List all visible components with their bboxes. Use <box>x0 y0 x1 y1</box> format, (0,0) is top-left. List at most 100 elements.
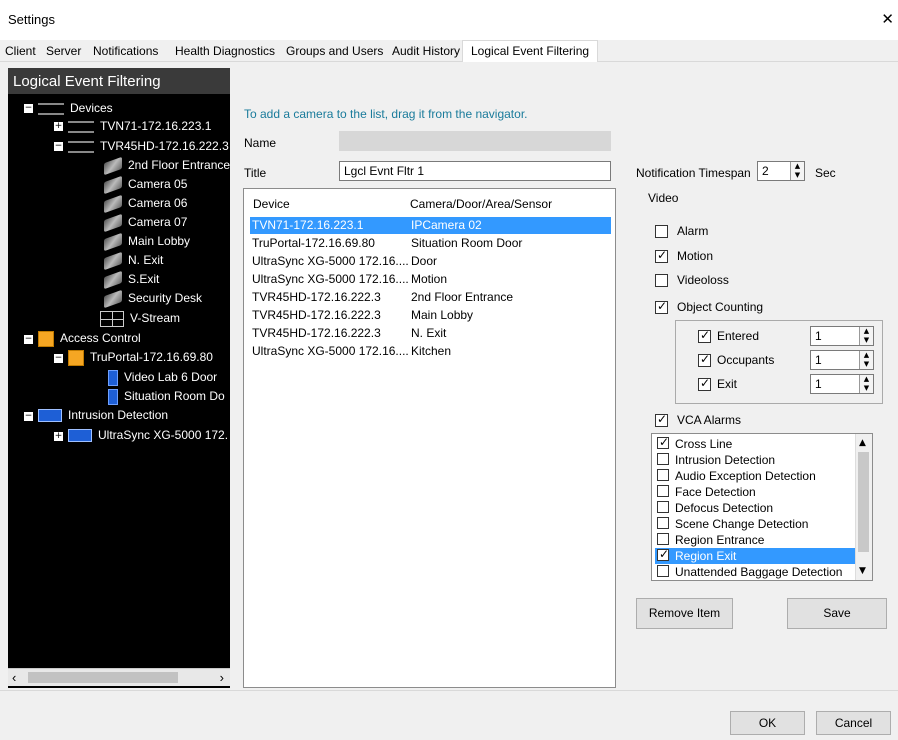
list-row[interactable]: TruPortal-172.16.69.80 Situation Room Do… <box>250 235 611 252</box>
list-row[interactable]: TVR45HD-172.16.222.3 2nd Floor Entrance <box>250 289 611 306</box>
scroll-left-icon[interactable]: ‹ <box>12 670 16 685</box>
spinner-arrows-icon[interactable]: ▲ ▼ <box>790 162 804 180</box>
vca-item-checkbox[interactable] <box>657 469 669 481</box>
expand-tvn71-icon[interactable]: + <box>54 122 63 131</box>
tree-item-intrusion-detection[interactable]: Intrusion Detection <box>38 408 168 423</box>
list-header: Device Camera/Door/Area/Sensor <box>250 196 611 213</box>
vca-item[interactable]: Defocus Detection <box>655 500 855 516</box>
vca-item-checkbox[interactable] <box>657 517 669 529</box>
tree-item-door[interactable]: Video Lab 6 Door <box>108 370 217 386</box>
vca-item[interactable]: Audio Exception Detection <box>655 468 855 484</box>
vca-item[interactable]: Unattended Baggage Detection <box>655 564 855 580</box>
spinner-arrows-icon[interactable]: ▲ ▼ <box>859 327 873 345</box>
vca-item[interactable]: Region Exit <box>655 547 855 564</box>
tree-item-tvn71[interactable]: TVN71-172.16.223.1 <box>68 119 211 133</box>
title-field[interactable]: Lgcl Evnt Fltr 1 <box>339 161 611 181</box>
tree-item-ultrasync[interactable]: UltraSync XG-5000 172. <box>68 428 228 443</box>
vca-item-checkbox[interactable] <box>657 453 669 465</box>
vca-item[interactable]: Intrusion Detection <box>655 452 855 468</box>
chevron-up-icon[interactable]: ▲ <box>859 438 866 448</box>
videoloss-checkbox[interactable] <box>655 274 668 287</box>
vca-alarms-checkbox[interactable] <box>655 412 668 427</box>
name-label: Name <box>244 136 277 150</box>
occupants-spinner[interactable]: 1 ▲ ▼ <box>810 350 874 370</box>
vca-item-checkbox[interactable] <box>657 485 669 497</box>
door-icon <box>108 370 118 386</box>
tree-item-door[interactable]: Situation Room Do <box>108 389 225 405</box>
list-row[interactable]: TVR45HD-172.16.222.3 N. Exit <box>250 325 611 342</box>
expand-ultrasync-icon[interactable]: + <box>54 432 63 441</box>
spinner-arrows-icon[interactable]: ▲ ▼ <box>859 351 873 369</box>
name-field[interactable] <box>339 131 611 151</box>
collapse-access-control-icon[interactable]: − <box>24 335 33 344</box>
chevron-down-icon[interactable]: ▼ <box>859 566 866 576</box>
lock-icon <box>38 331 54 347</box>
device-list[interactable]: Device Camera/Door/Area/Sensor TVN71-172… <box>243 188 616 688</box>
ok-button[interactable]: OK <box>730 711 805 735</box>
tree-item-tvr45[interactable]: TVR45HD-172.16.222.3 <box>68 139 229 153</box>
column-camera[interactable]: Camera/Door/Area/Sensor <box>410 197 552 211</box>
column-device[interactable]: Device <box>253 197 290 211</box>
list-row[interactable]: UltraSync XG-5000 172.16.... Kitchen <box>250 343 611 360</box>
tree-item-camera[interactable]: Camera 07 <box>104 213 187 233</box>
remove-item-button[interactable]: Remove Item <box>636 598 733 629</box>
list-row[interactable]: UltraSync XG-5000 172.16.... Motion <box>250 271 611 288</box>
vca-item-checkbox[interactable] <box>657 533 669 545</box>
navigator-scrollbar[interactable]: ‹ › <box>8 668 230 686</box>
tree-item-access-control[interactable]: Access Control <box>38 331 141 347</box>
tree-item-camera[interactable]: Camera 05 <box>104 175 187 195</box>
tree-item-camera[interactable]: 2nd Floor Entrance <box>104 156 230 176</box>
occupants-label: Occupants <box>717 353 775 367</box>
vca-list-scrollbar[interactable]: ▲ ▼ <box>855 434 872 580</box>
vca-item-checkbox[interactable] <box>657 565 669 577</box>
tab-notifications[interactable]: Notifications <box>93 44 158 58</box>
tab-audit-history[interactable]: Audit History <box>392 44 460 58</box>
vca-item-checkbox[interactable] <box>657 547 669 561</box>
spinner-arrows-icon[interactable]: ▲ ▼ <box>859 375 873 393</box>
list-row[interactable]: TVN71-172.16.223.1 IPCamera 02 <box>250 217 611 234</box>
tab-server[interactable]: Server <box>46 44 81 58</box>
collapse-devices-icon[interactable]: − <box>24 104 33 113</box>
scroll-right-icon[interactable]: › <box>220 670 224 685</box>
tree-item-camera[interactable]: S.Exit <box>104 270 159 290</box>
scroll-thumb[interactable] <box>28 672 178 683</box>
tree-item-devices[interactable]: Devices <box>38 101 113 115</box>
tab-logical-event-filtering[interactable]: Logical Event Filtering <box>462 40 599 62</box>
object-counting-checkbox[interactable] <box>655 299 668 314</box>
vca-item[interactable]: Scene Change Detection <box>655 516 855 532</box>
close-icon[interactable]: ✕ <box>881 10 894 28</box>
exit-spinner[interactable]: 1 ▲ ▼ <box>810 374 874 394</box>
tree-item-truportal[interactable]: TruPortal-172.16.69.80 <box>68 350 213 366</box>
entered-spinner[interactable]: 1 ▲ ▼ <box>810 326 874 346</box>
exit-checkbox[interactable] <box>698 376 711 391</box>
tree-item-camera[interactable]: Main Lobby <box>104 232 190 252</box>
tree-item-camera[interactable]: Security Desk <box>104 289 202 309</box>
tab-client[interactable]: Client <box>5 44 36 58</box>
cancel-button[interactable]: Cancel <box>816 711 891 735</box>
list-row[interactable]: TVR45HD-172.16.222.3 Main Lobby <box>250 307 611 324</box>
door-icon <box>108 389 118 405</box>
vca-alarm-list[interactable]: Cross Line Intrusion Detection Audio Exc… <box>651 433 873 581</box>
list-row[interactable]: UltraSync XG-5000 172.16.... Door <box>250 253 611 270</box>
save-button[interactable]: Save <box>787 598 887 629</box>
vca-item[interactable]: Cross Line <box>655 435 855 452</box>
scroll-thumb[interactable] <box>858 452 869 552</box>
timespan-spinner[interactable]: 2 ▲ ▼ <box>757 161 805 181</box>
tab-health-diagnostics[interactable]: Health Diagnostics <box>175 44 275 58</box>
tree-item-vstream[interactable]: V-Stream <box>100 311 180 327</box>
tree-item-camera[interactable]: N. Exit <box>104 251 163 271</box>
vca-item-checkbox[interactable] <box>657 501 669 513</box>
vca-item[interactable]: Region Entrance <box>655 532 855 548</box>
motion-checkbox[interactable] <box>655 248 668 263</box>
alarm-checkbox[interactable] <box>655 225 668 238</box>
vca-item-checkbox[interactable] <box>657 435 669 449</box>
vca-item[interactable]: Face Detection <box>655 484 855 500</box>
collapse-truportal-icon[interactable]: − <box>54 354 63 363</box>
occupants-checkbox[interactable] <box>698 352 711 367</box>
tab-groups-and-users[interactable]: Groups and Users <box>286 44 383 58</box>
collapse-tvr45-icon[interactable]: − <box>54 142 63 151</box>
tree-item-camera[interactable]: Camera 06 <box>104 194 187 214</box>
entered-checkbox[interactable] <box>698 328 711 343</box>
controller-icon <box>68 350 84 366</box>
collapse-intrusion-icon[interactable]: − <box>24 412 33 421</box>
